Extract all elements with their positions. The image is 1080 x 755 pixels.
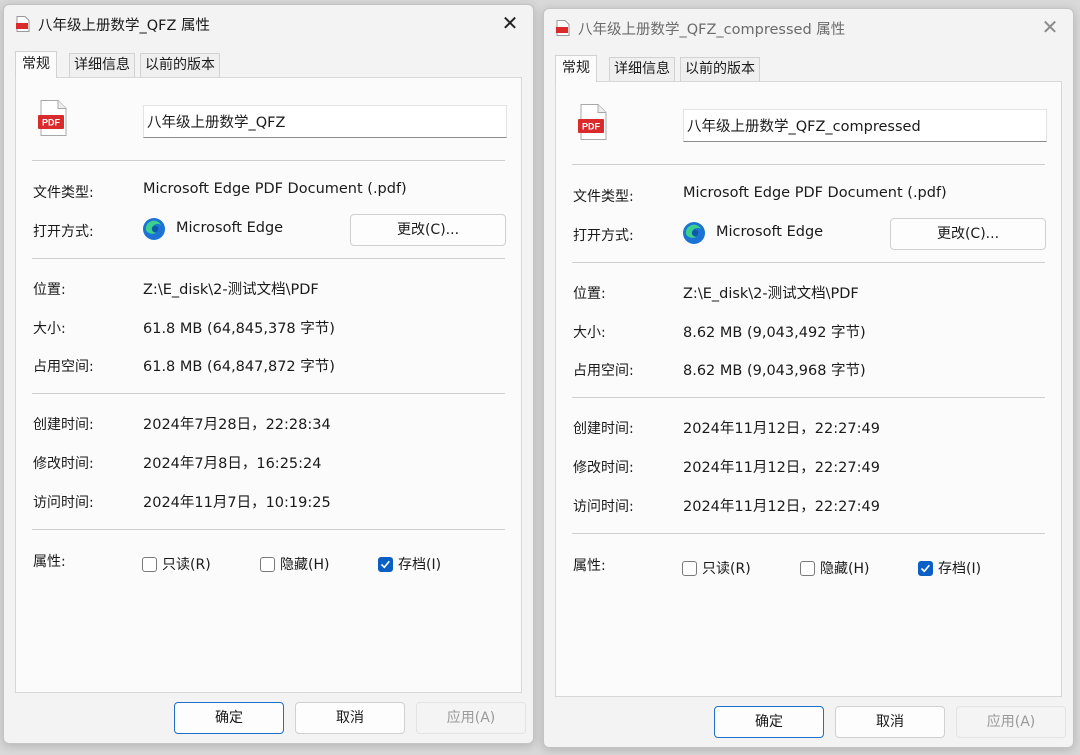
archive-checkbox[interactable]: 存档(I) — [918, 558, 981, 578]
cancel-button[interactable]: 取消 — [835, 706, 945, 738]
size-label: 大小: — [33, 321, 66, 337]
close-button[interactable]: ✕ — [487, 5, 533, 41]
tab-previous-versions[interactable]: 以前的版本 — [140, 53, 220, 77]
file-name-input[interactable] — [683, 109, 1047, 142]
pdf-file-icon: PDF — [578, 104, 607, 140]
file-type-value: Microsoft Edge PDF Document (.pdf) — [683, 185, 947, 201]
title-bar[interactable]: 八年级上册数学_QFZ 属性 ✕ — [4, 5, 533, 41]
divider — [572, 164, 1045, 165]
readonly-checkbox-box[interactable] — [142, 556, 157, 572]
hidden-checkbox-label: 隐藏(H) — [820, 561, 870, 577]
created-value: 2024年11月12日，22:27:49 — [683, 421, 880, 437]
modified-value: 2024年11月12日，22:27:49 — [683, 460, 880, 476]
microsoft-edge-icon — [143, 218, 165, 240]
cancel-button[interactable]: 取消 — [295, 702, 405, 734]
pdf-file-icon — [16, 16, 30, 32]
location-label: 位置: — [573, 286, 606, 302]
divider — [32, 393, 505, 394]
attributes-label: 属性: — [573, 558, 606, 574]
file-type-label: 文件类型: — [33, 185, 94, 201]
location-value: Z:\E_disk\2-测试文档\PDF — [683, 286, 859, 302]
created-label: 创建时间: — [573, 421, 634, 437]
apply-button[interactable]: 应用(A) — [416, 702, 526, 734]
file-name-input[interactable] — [143, 105, 507, 138]
accessed-value: 2024年11月7日，10:19:25 — [143, 495, 331, 511]
tab-previous-versions[interactable]: 以前的版本 — [680, 57, 760, 81]
modified-label: 修改时间: — [573, 460, 634, 476]
hidden-checkbox[interactable]: 隐藏(H) — [800, 558, 869, 578]
close-icon: ✕ — [501, 11, 519, 35]
created-label: 创建时间: — [33, 417, 94, 433]
checkmark-icon — [380, 560, 390, 568]
accessed-value: 2024年11月12日，22:27:49 — [683, 499, 880, 515]
hidden-checkbox-box[interactable] — [800, 560, 815, 576]
checkmark-icon — [920, 564, 930, 572]
divider — [32, 258, 505, 259]
ok-button[interactable]: 确定 — [174, 702, 284, 734]
hidden-checkbox[interactable]: 隐藏(H) — [260, 554, 329, 574]
tab-general[interactable]: 常规 — [15, 51, 57, 78]
file-type-label: 文件类型: — [573, 189, 634, 205]
accessed-label: 访问时间: — [33, 495, 94, 511]
open-with-label: 打开方式: — [573, 228, 634, 244]
pdf-file-icon: PDF — [38, 100, 67, 136]
open-with-app: Microsoft Edge — [176, 220, 284, 236]
readonly-checkbox[interactable]: 只读(R) — [142, 554, 211, 574]
location-value: Z:\E_disk\2-测试文档\PDF — [143, 282, 319, 298]
size-label: 大小: — [573, 325, 606, 341]
microsoft-edge-icon — [683, 222, 705, 244]
close-button[interactable]: ✕ — [1027, 9, 1073, 45]
tab-details[interactable]: 详细信息 — [609, 57, 675, 81]
general-panel: PDF 文件类型: Microsoft Edge PDF Document (.… — [15, 77, 522, 693]
divider — [32, 160, 505, 161]
pdf-file-icon — [556, 20, 570, 36]
divider — [32, 529, 505, 530]
size-on-disk-value: 8.62 MB (9,043,968 字节) — [683, 363, 866, 379]
properties-dialog-qfz-compressed: 八年级上册数学_QFZ_compressed 属性 ✕ 常规 详细信息 以前的版… — [543, 8, 1074, 748]
accessed-label: 访问时间: — [573, 499, 634, 515]
modified-value: 2024年7月8日，16:25:24 — [143, 456, 322, 472]
general-panel: PDF 文件类型: Microsoft Edge PDF Document (.… — [555, 81, 1062, 697]
hidden-checkbox-box[interactable] — [260, 556, 275, 572]
pdf-icon-label: PDF — [582, 122, 601, 132]
size-on-disk-value: 61.8 MB (64,847,872 字节) — [143, 359, 335, 375]
readonly-checkbox[interactable]: 只读(R) — [682, 558, 751, 578]
close-icon: ✕ — [1041, 15, 1059, 39]
size-on-disk-label: 占用空间: — [573, 363, 634, 379]
archive-checkbox-box[interactable] — [378, 556, 393, 572]
size-value: 61.8 MB (64,845,378 字节) — [143, 321, 335, 337]
readonly-checkbox-box[interactable] — [682, 560, 697, 576]
archive-checkbox[interactable]: 存档(I) — [378, 554, 441, 574]
tab-general[interactable]: 常规 — [555, 55, 597, 82]
ok-button[interactable]: 确定 — [714, 706, 824, 738]
divider — [572, 262, 1045, 263]
open-with-app: Microsoft Edge — [716, 224, 824, 240]
open-with-label: 打开方式: — [33, 224, 94, 240]
apply-button[interactable]: 应用(A) — [956, 706, 1066, 738]
file-type-value: Microsoft Edge PDF Document (.pdf) — [143, 181, 407, 197]
attributes-label: 属性: — [33, 554, 66, 570]
created-value: 2024年7月28日，22:28:34 — [143, 417, 331, 433]
pdf-icon-label: PDF — [42, 118, 61, 128]
divider — [572, 533, 1045, 534]
properties-dialog-qfz: 八年级上册数学_QFZ 属性 ✕ 常规 详细信息 以前的版本 PDF 文件类型:… — [3, 4, 534, 744]
archive-checkbox-label: 存档(I) — [938, 561, 982, 577]
archive-checkbox-box[interactable] — [918, 560, 933, 576]
readonly-checkbox-label: 只读(R) — [162, 557, 211, 573]
change-app-button[interactable]: 更改(C)... — [350, 214, 506, 246]
modified-label: 修改时间: — [33, 456, 94, 472]
divider — [572, 397, 1045, 398]
readonly-checkbox-label: 只读(R) — [702, 561, 751, 577]
location-label: 位置: — [33, 282, 66, 298]
window-title: 八年级上册数学_QFZ 属性 — [38, 18, 211, 34]
size-value: 8.62 MB (9,043,492 字节) — [683, 325, 866, 341]
size-on-disk-label: 占用空间: — [33, 359, 94, 375]
change-app-button[interactable]: 更改(C)... — [890, 218, 1046, 250]
title-bar[interactable]: 八年级上册数学_QFZ_compressed 属性 ✕ — [544, 9, 1073, 45]
tab-details[interactable]: 详细信息 — [69, 53, 135, 77]
hidden-checkbox-label: 隐藏(H) — [280, 557, 330, 573]
archive-checkbox-label: 存档(I) — [398, 557, 442, 573]
window-title: 八年级上册数学_QFZ_compressed 属性 — [578, 22, 846, 38]
